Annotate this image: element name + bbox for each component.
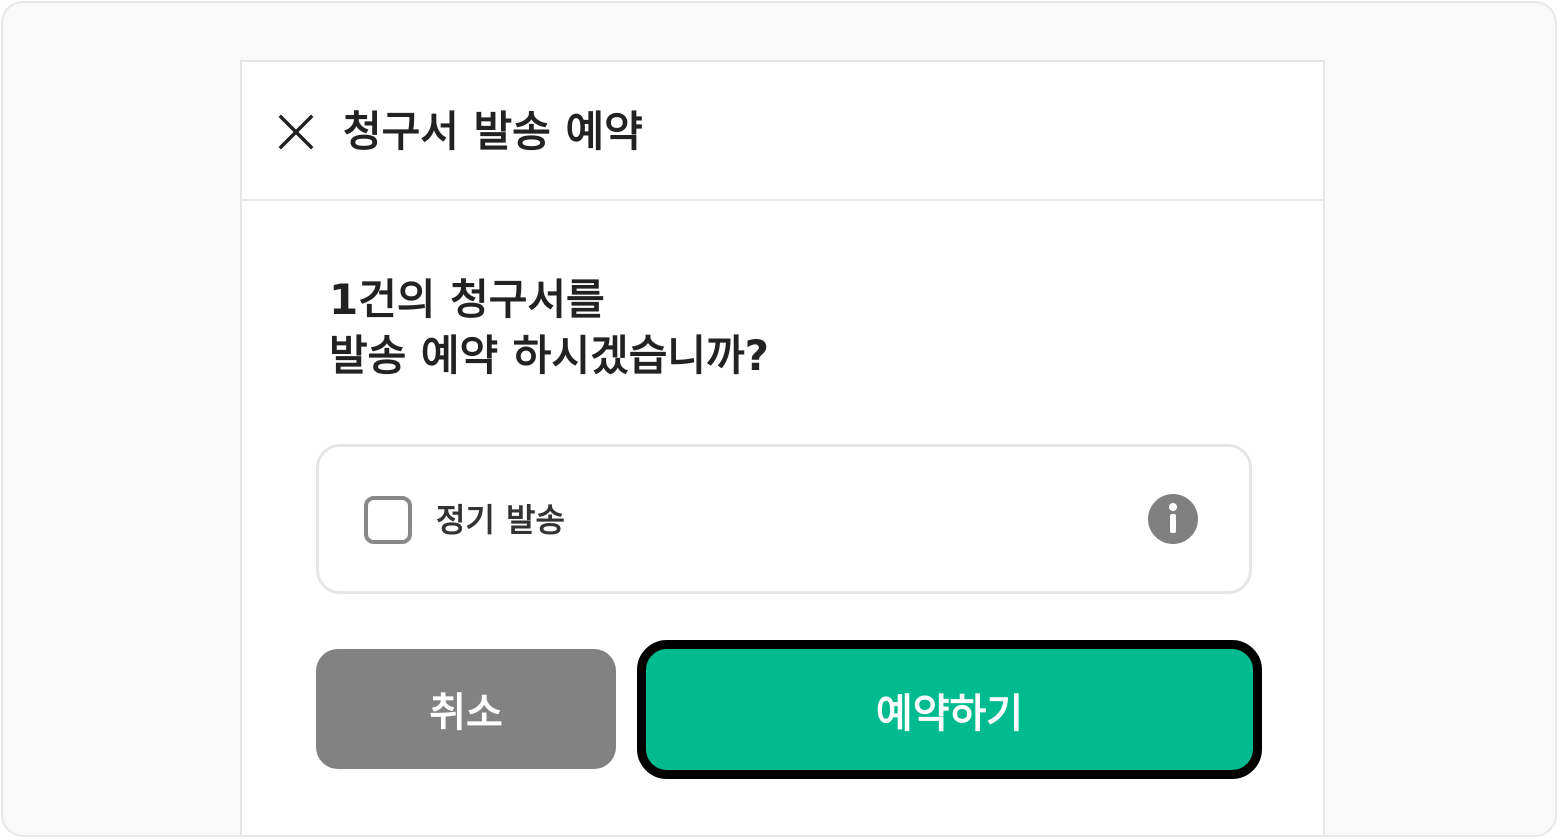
- close-button[interactable]: [276, 112, 316, 152]
- question-line-2: 발송 예약 하시겠습니까?: [329, 331, 770, 380]
- close-icon: [276, 112, 316, 152]
- recurring-checkbox[interactable]: [364, 496, 412, 544]
- screen-frame: 청구서 발송 예약 1건의 청구서를 발송 예약 하시겠습니까? 정기 발송 취…: [1, 1, 1557, 837]
- question-line-1: 1건의 청구서를: [329, 275, 605, 324]
- dialog-header: 청구서 발송 예약: [242, 62, 1323, 201]
- reserve-button[interactable]: 예약하기: [637, 640, 1262, 779]
- confirmation-question: 1건의 청구서를 발송 예약 하시겠습니까?: [329, 272, 769, 384]
- reservation-dialog: 청구서 발송 예약 1건의 청구서를 발송 예약 하시겠습니까? 정기 발송 취…: [240, 60, 1325, 835]
- dialog-title: 청구서 발송 예약: [343, 107, 643, 156]
- recurring-option-label[interactable]: 정기 발송: [436, 499, 565, 541]
- recurring-option-box: 정기 발송: [316, 444, 1252, 594]
- cancel-button[interactable]: 취소: [316, 649, 616, 769]
- info-icon[interactable]: [1147, 493, 1199, 545]
